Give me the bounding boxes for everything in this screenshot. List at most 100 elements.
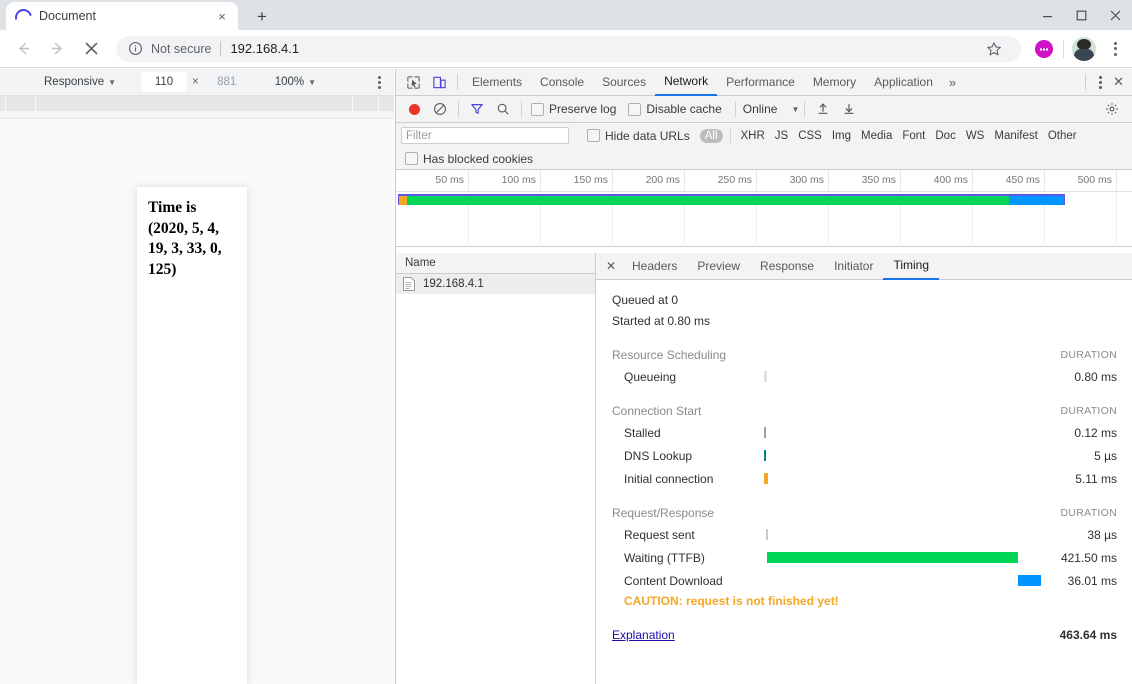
overview-tick-label: 350 ms [861, 174, 896, 186]
request-list-header[interactable]: Name [396, 253, 595, 274]
filter-type-xhr[interactable]: XHR [736, 130, 770, 142]
device-toolbar-menu-button[interactable] [378, 75, 381, 89]
omnibox-divider [220, 41, 222, 56]
table-row[interactable]: 192.168.4.1 [396, 274, 595, 294]
filter-type-js[interactable]: JS [770, 130, 793, 142]
devtools-tab-elements[interactable]: Elements [463, 69, 531, 96]
address-bar[interactable]: Not secure 192.168.4.1 [116, 35, 1021, 62]
overview-segment-connection [399, 196, 407, 205]
filter-icon[interactable] [464, 97, 490, 122]
devtools-tab-performance[interactable]: Performance [717, 69, 804, 96]
page-viewport-panel: Responsive ▼ 110 × 881 100% ▼ Time is (2… [0, 69, 394, 684]
extension-icon[interactable] [1035, 39, 1053, 58]
devtools-tab-memory[interactable]: Memory [804, 69, 865, 96]
viewport-height-input[interactable]: 881 [203, 72, 250, 92]
minimize-icon[interactable] [1030, 0, 1064, 30]
explanation-link[interactable]: Explanation [612, 628, 1060, 642]
has-blocked-cookies-label: Has blocked cookies [423, 151, 534, 166]
overview-tick-label: 250 ms [717, 174, 752, 186]
filter-type-font[interactable]: Font [897, 130, 930, 142]
detail-tab-headers[interactable]: Headers [622, 253, 687, 280]
throttling-select[interactable]: Online ▼ [743, 102, 800, 116]
overview-tick-label: 300 ms [789, 174, 824, 186]
url-text: 192.168.4.1 [230, 41, 300, 56]
emulated-page[interactable]: Time is (2020, 5, 4, 19, 3, 33, 0, 125) [137, 187, 247, 684]
filter-type-other[interactable]: Other [1043, 130, 1082, 142]
filter-type-css[interactable]: CSS [793, 130, 827, 142]
back-button[interactable] [9, 35, 37, 63]
window-controls [1030, 0, 1132, 30]
import-har-icon[interactable] [810, 97, 836, 122]
inspect-element-icon[interactable] [400, 70, 426, 95]
disable-cache-checkbox[interactable]: Disable cache [628, 102, 722, 116]
devtools-tab-sources[interactable]: Sources [593, 69, 655, 96]
device-select[interactable]: Responsive ▼ [44, 76, 116, 88]
filter-type-img[interactable]: Img [827, 130, 856, 142]
clear-icon[interactable] [427, 97, 453, 122]
bookmark-star-icon[interactable] [981, 36, 1007, 62]
tab-close-icon[interactable]: × [214, 8, 230, 24]
detail-tab-timing[interactable]: Timing [883, 253, 940, 280]
detail-tab-initiator[interactable]: Initiator [824, 253, 883, 280]
device-select-label: Responsive [44, 76, 105, 88]
preserve-log-checkbox[interactable]: Preserve log [531, 102, 616, 116]
filter-type-media[interactable]: Media [856, 130, 897, 142]
duration-header: DURATION [1060, 507, 1117, 519]
zoom-select[interactable]: 100% ▼ [275, 76, 316, 88]
hide-data-urls-label: Hide data URLs [605, 128, 690, 143]
timing-row-track [764, 569, 1041, 592]
started-at-text: Started at 0.80 ms [612, 314, 711, 328]
has-blocked-cookies-checkbox[interactable]: Has blocked cookies [405, 152, 533, 166]
devtools-tab-console[interactable]: Console [531, 69, 593, 96]
search-icon[interactable] [490, 97, 516, 122]
timing-row-track [764, 444, 1022, 467]
filter-input[interactable]: Filter [401, 127, 569, 144]
overview-request-bar [398, 194, 1065, 205]
chevron-down-icon: ▼ [108, 77, 117, 87]
timing-row-label: Initial connection [624, 471, 714, 486]
hide-data-urls-checkbox[interactable]: Hide data URLs [587, 129, 690, 143]
devtools-tab-network[interactable]: Network [655, 69, 718, 96]
duration-header: DURATION [1060, 405, 1117, 417]
checkbox-box [587, 129, 600, 142]
record-button[interactable] [401, 97, 427, 122]
info-icon[interactable] [128, 41, 144, 57]
devtools-more-tabs-button[interactable]: » [942, 75, 963, 90]
export-har-icon[interactable] [836, 97, 862, 122]
filter-type-manifest[interactable]: Manifest [989, 130, 1042, 142]
devtools-tab-application[interactable]: Application [865, 69, 942, 96]
timing-row-value: 5.11 ms [1075, 471, 1117, 486]
devtools-menu-button[interactable] [1091, 75, 1110, 89]
filter-type-ws[interactable]: WS [961, 130, 990, 142]
close-icon[interactable] [1098, 0, 1132, 30]
overview-tick-label: 50 ms [435, 174, 464, 186]
network-action-bar: Preserve log Disable cache Online ▼ [396, 96, 1132, 123]
viewport-ruler [0, 96, 394, 119]
maximize-icon[interactable] [1064, 0, 1098, 30]
forward-button[interactable] [43, 35, 71, 63]
gear-icon[interactable] [1099, 97, 1125, 122]
network-overview-timeline[interactable]: 50 ms 100 ms 150 ms 200 ms 250 ms 300 ms… [396, 170, 1132, 247]
timing-row-label: Waiting (TTFB) [624, 550, 705, 565]
document-icon [403, 277, 415, 291]
timing-total-row: Explanation 463.64 ms [596, 625, 1132, 645]
detail-tab-response[interactable]: Response [750, 253, 824, 280]
devtools-close-icon[interactable]: ✕ [1110, 74, 1132, 90]
new-tab-button[interactable]: + [248, 4, 276, 28]
timing-section-header: Resource Scheduling DURATION [596, 345, 1132, 365]
detail-close-icon[interactable]: ✕ [600, 259, 622, 273]
timing-row-value: 38 µs [1087, 527, 1117, 542]
timing-row-value: 0.12 ms [1074, 425, 1117, 440]
timing-row-label: Queueing [624, 369, 677, 384]
devtools-tabbar: Elements Console Sources Network Perform… [396, 69, 1132, 96]
profile-avatar[interactable] [1072, 36, 1096, 61]
browser-menu-button[interactable] [1104, 41, 1126, 56]
filter-type-doc[interactable]: Doc [930, 130, 960, 142]
detail-tab-preview[interactable]: Preview [687, 253, 750, 280]
filter-type-all[interactable]: All [699, 128, 723, 143]
toggle-device-toolbar-icon[interactable] [426, 70, 452, 95]
viewport-width-input[interactable]: 110 [141, 72, 188, 92]
browser-tab[interactable]: Document × [6, 2, 238, 30]
preserve-log-label: Preserve log [549, 102, 617, 116]
stop-loading-button[interactable] [77, 35, 105, 63]
